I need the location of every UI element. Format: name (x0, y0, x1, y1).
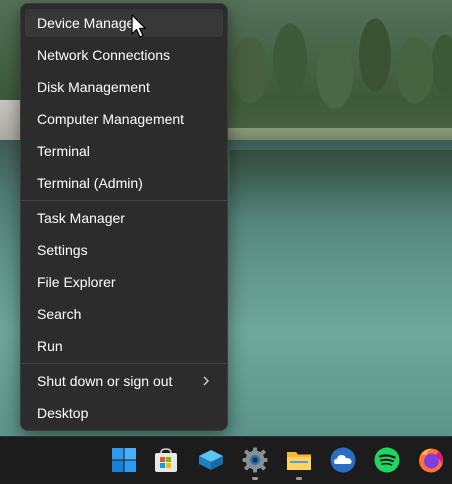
menu-item-label: File Explorer (37, 274, 116, 290)
menu-item-label: Device Manager (37, 15, 139, 31)
menu-item-run[interactable]: Run (25, 332, 223, 360)
menu-item-label: Disk Management (37, 79, 150, 95)
menu-item-disk-management[interactable]: Disk Management (25, 73, 223, 101)
menu-item-settings[interactable]: Settings (25, 236, 223, 264)
box-app-icon[interactable] (197, 446, 225, 474)
start-windows-icon[interactable] (110, 446, 138, 474)
menu-item-terminal[interactable]: Terminal (25, 137, 223, 165)
menu-item-computer-management[interactable]: Computer Management (25, 105, 223, 133)
menu-separator (21, 363, 227, 364)
menu-item-label: Shut down or sign out (37, 373, 173, 389)
cloud-app-icon[interactable] (329, 446, 357, 474)
menu-item-label: Network Connections (37, 47, 171, 63)
mouse-pointer-icon (131, 14, 147, 38)
menu-item-task-manager[interactable]: Task Manager (25, 204, 223, 232)
menu-item-label: Desktop (37, 405, 89, 421)
menu-item-label: Terminal (Admin) (37, 175, 143, 191)
menu-item-network-connections[interactable]: Network Connections (25, 41, 223, 69)
microsoft-store-icon[interactable] (152, 446, 180, 474)
taskbar (0, 436, 452, 484)
winx-context-menu: Device Manager Network Connections Disk Ma… (20, 3, 228, 431)
menu-item-search[interactable]: Search (25, 300, 223, 328)
menu-item-label: Task Manager (37, 210, 125, 226)
menu-separator (21, 200, 227, 201)
menu-item-device-manager[interactable]: Device Manager (25, 9, 223, 37)
menu-item-file-explorer[interactable]: File Explorer (25, 268, 223, 296)
chevron-right-icon (203, 376, 209, 386)
menu-item-desktop[interactable]: Desktop (25, 399, 223, 427)
menu-item-label: Terminal (37, 143, 90, 159)
menu-item-terminal-admin[interactable]: Terminal (Admin) (25, 169, 223, 197)
running-indicator (252, 477, 258, 480)
firefox-icon[interactable] (417, 446, 445, 474)
menu-item-label: Search (37, 306, 82, 322)
wallpaper-reflection (230, 150, 452, 220)
menu-item-label: Run (37, 338, 63, 354)
spotify-icon[interactable] (373, 446, 401, 474)
file-explorer-icon[interactable] (285, 446, 313, 474)
menu-item-label: Settings (37, 242, 88, 258)
running-indicator (296, 477, 302, 480)
menu-item-shut-down[interactable]: Shut down or sign out (25, 367, 223, 395)
menu-item-label: Computer Management (37, 111, 185, 127)
settings-gear-icon[interactable] (241, 446, 269, 474)
